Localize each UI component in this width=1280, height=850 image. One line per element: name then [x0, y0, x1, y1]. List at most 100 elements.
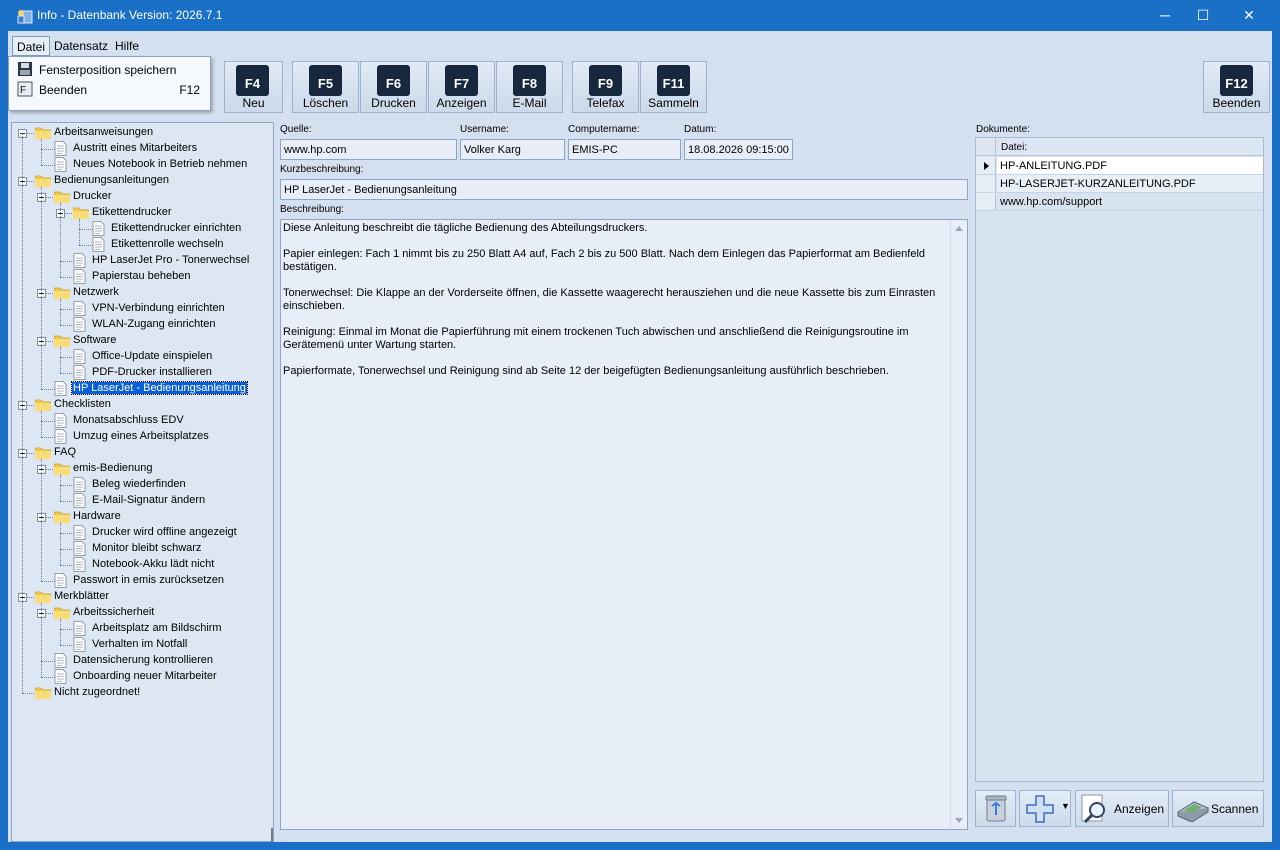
tree-document-node[interactable]: Datensicherung kontrollieren	[12, 653, 270, 669]
tree-guide-line	[41, 165, 55, 166]
tree-folder-node[interactable]: Nicht zugeordnet!	[12, 685, 270, 701]
tree-document-node[interactable]: Beleg wiederfinden	[12, 477, 270, 493]
tree-folder-node[interactable]: Arbeitsanweisungen	[12, 125, 270, 141]
tree-document-node[interactable]: HP LaserJet Pro - Tonerwechsel	[12, 253, 270, 269]
tree-document-node[interactable]: Monitor bleibt schwarz	[12, 541, 270, 557]
tree-node-label: Arbeitsplatz am Bildschirm	[92, 622, 222, 634]
description-scrollbar[interactable]	[950, 220, 967, 829]
tree-document-node[interactable]: Onboarding neuer Mitarbeiter	[12, 669, 270, 685]
print-button[interactable]: F6 Drucken	[360, 61, 427, 113]
document-row[interactable]: HP-LASERJET-KURZANLEITUNG.PDF	[976, 175, 1263, 193]
exit-button[interactable]: F12 Beenden	[1203, 61, 1270, 113]
tree-document-node[interactable]: Drucker wird offline angezeigt	[12, 525, 270, 541]
close-button[interactable]: ✕	[1226, 0, 1272, 31]
tree-document-node[interactable]: Neues Notebook in Betrieb nehmen	[12, 157, 270, 173]
menu-datei[interactable]: Datei	[12, 36, 51, 56]
new-button[interactable]: F4 Neu	[224, 61, 283, 113]
tree-folder-node[interactable]: Bedienungsanleitungen	[12, 173, 270, 189]
tree-document-node[interactable]: Office-Update einspielen	[12, 349, 270, 365]
document-icon	[73, 253, 86, 268]
tree-guide-line	[60, 485, 74, 486]
tree-document-node[interactable]: HP LaserJet - Bedienungsanleitung	[12, 381, 270, 397]
show-document-label: Anzeigen	[1114, 802, 1165, 816]
tree-guide-line	[60, 475, 61, 501]
tree-document-node[interactable]: Austritt eines Mitarbeiters	[12, 141, 270, 157]
menu-hilfe[interactable]: Hilfe	[111, 36, 143, 56]
category-tree[interactable]: Arbeitsanweisungen Austritt eines Mitarbe…	[11, 122, 274, 842]
print-button-label: Drucken	[371, 96, 416, 110]
tree-document-node[interactable]: Passwort in emis zurücksetzen	[12, 573, 270, 589]
tree-document-node[interactable]: Arbeitsplatz am Bildschirm	[12, 621, 270, 637]
tree-guide-line	[60, 357, 74, 358]
chevron-down-icon[interactable]: ▼	[1061, 801, 1070, 811]
document-cell[interactable]: HP-ANLEITUNG.PDF	[997, 157, 1263, 175]
tree-node-label: Merkblätter	[54, 590, 110, 602]
tree-document-node[interactable]: E-Mail-Signatur ändern	[12, 493, 270, 509]
document-cell[interactable]: HP-LASERJET-KURZANLEITUNG.PDF	[997, 175, 1263, 193]
username-field[interactable]: Volker Karg	[460, 139, 565, 160]
tree-guide-line	[60, 501, 74, 502]
show-button[interactable]: F7 Anzeigen	[428, 61, 495, 113]
tree-guide-line	[60, 619, 61, 645]
tree-folder-node[interactable]: Arbeitssicherheit	[12, 605, 270, 621]
tree-node-label: Office-Update einspielen	[92, 350, 213, 362]
tree-folder-node[interactable]: Checklisten	[12, 397, 270, 413]
resize-grip[interactable]	[271, 828, 273, 842]
tree-document-node[interactable]: Monatsabschluss EDV	[12, 413, 270, 429]
delete-document-button[interactable]	[975, 790, 1016, 827]
tree-folder-node[interactable]: Hardware	[12, 509, 270, 525]
beschreibung-textarea[interactable]: Diese Anleitung beschreibt die tägliche …	[280, 219, 968, 830]
document-cell[interactable]: www.hp.com/support	[997, 193, 1263, 211]
collect-button[interactable]: F11 Sammeln	[640, 61, 707, 113]
tree-folder-node[interactable]: Netzwerk	[12, 285, 270, 301]
delete-button[interactable]: F5 Löschen	[292, 61, 359, 113]
datei-column-header[interactable]: Datei:	[1001, 142, 1027, 153]
tree-document-node[interactable]: Etikettenrolle wechseln	[12, 237, 270, 253]
f12-key-icon: F12	[1220, 65, 1253, 96]
folder-icon	[73, 207, 89, 219]
tree-document-node[interactable]: WLAN-Zugang einrichten	[12, 317, 270, 333]
scroll-down-icon[interactable]	[955, 818, 963, 823]
tree-guide-line	[60, 549, 74, 550]
menu-item-save-window-position[interactable]: Fensterposition speichern	[11, 59, 208, 79]
tree-document-node[interactable]: Etikettendrucker einrichten	[12, 221, 270, 237]
scroll-up-icon[interactable]	[955, 226, 963, 231]
document-row[interactable]: HP-ANLEITUNG.PDF	[976, 157, 1263, 175]
tree-guide-line	[79, 219, 80, 245]
kurzbeschreibung-field[interactable]: HP LaserJet - Bedienungsanleitung	[280, 179, 968, 200]
tree-folder-node[interactable]: emis-Bedienung	[12, 461, 270, 477]
menu-item-exit[interactable]: F Beenden F12	[11, 79, 208, 99]
menu-datensatz[interactable]: Datensatz	[50, 36, 112, 56]
tree-document-node[interactable]: Verhalten im Notfall	[12, 637, 270, 653]
tree-document-node[interactable]: PDF-Drucker installieren	[12, 365, 270, 381]
tree-document-node[interactable]: Notebook-Akku lädt nicht	[12, 557, 270, 573]
folder-icon	[54, 607, 70, 619]
computername-field[interactable]: EMIS-PC	[568, 139, 681, 160]
floppy-disk-icon	[18, 62, 32, 76]
tree-document-node[interactable]: Umzug eines Arbeitsplatzes	[12, 429, 270, 445]
splitter[interactable]	[274, 122, 278, 842]
datum-field[interactable]: 18.08.2026 09:15:00	[684, 139, 793, 160]
fax-button-label: Telefax	[586, 96, 625, 110]
email-button[interactable]: F8 E-Mail	[496, 61, 563, 113]
tree-folder-node[interactable]: Etikettendrucker	[12, 205, 270, 221]
tree-guide-line	[60, 277, 74, 278]
scan-button[interactable]: Scannen	[1172, 790, 1264, 827]
documents-grid[interactable]: Datei: HP-ANLEITUNG.PDF HP-LASERJET-KURZ…	[975, 137, 1264, 782]
document-row[interactable]: www.hp.com/support	[976, 193, 1263, 211]
f4-key-icon: F4	[236, 65, 269, 96]
tree-folder-node[interactable]: Drucker	[12, 189, 270, 205]
show-document-button[interactable]: Anzeigen	[1075, 790, 1169, 827]
grid-corner	[976, 138, 996, 156]
tree-folder-node[interactable]: Software	[12, 333, 270, 349]
quelle-field[interactable]: www.hp.com	[280, 139, 457, 160]
tree-folder-node[interactable]: FAQ	[12, 445, 270, 461]
tree-document-node[interactable]: VPN-Verbindung einrichten	[12, 301, 270, 317]
tree-folder-node[interactable]: Merkblätter	[12, 589, 270, 605]
tree-guide-line	[41, 149, 55, 150]
tree-document-node[interactable]: Papierstau beheben	[12, 269, 270, 285]
tree-guide-line	[41, 677, 55, 678]
add-document-button[interactable]: ▼	[1019, 790, 1071, 827]
fax-button[interactable]: F9 Telefax	[572, 61, 639, 113]
maximize-button[interactable]: ☐	[1180, 0, 1226, 31]
